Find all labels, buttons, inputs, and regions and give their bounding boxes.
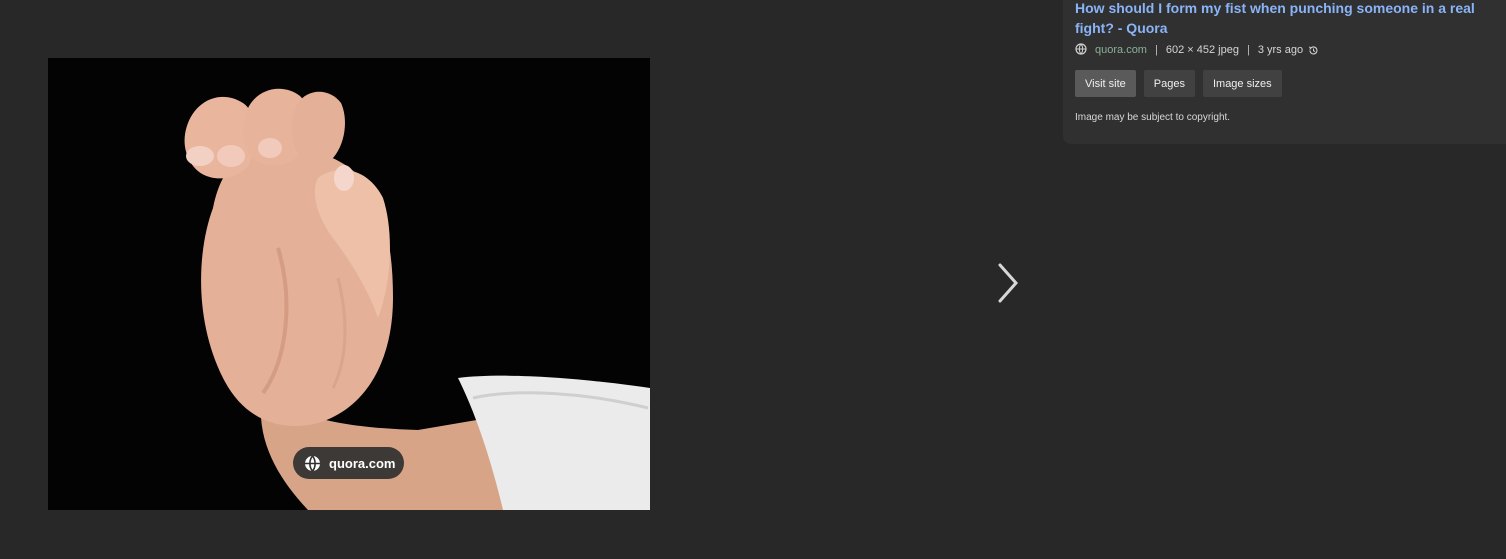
image-meta: quora.com | 602 × 452 jpeg | 3 yrs ago (1075, 42, 1319, 58)
history-icon (1308, 45, 1319, 56)
image-title-link[interactable]: How should I form my fist when punching … (1075, 0, 1506, 38)
action-buttons: Visit site Pages Image sizes (1075, 70, 1282, 97)
source-chip[interactable]: quora.com (293, 447, 404, 479)
source-chip-label: quora.com (329, 455, 396, 471)
image-age: 3 yrs ago (1257, 44, 1304, 56)
meta-separator: | (1154, 44, 1158, 56)
globe-icon (304, 454, 321, 472)
image-viewer: quora.com How should I form my fist when… (0, 0, 1506, 559)
meta-separator: | (1246, 44, 1250, 56)
chevron-right-icon (998, 263, 1019, 303)
image-sizes-button[interactable]: Image sizes (1202, 70, 1282, 97)
image-dimensions: 602 × 452 jpeg (1165, 44, 1239, 56)
hand-fist-image (48, 58, 650, 510)
result-image[interactable]: quora.com (48, 58, 650, 510)
visit-site-button[interactable]: Visit site (1075, 70, 1136, 97)
globe-icon (1075, 42, 1087, 58)
next-image-button[interactable] (990, 260, 1026, 306)
pages-button[interactable]: Pages (1143, 70, 1195, 97)
source-domain-link[interactable]: quora.com (1095, 44, 1147, 56)
copyright-notice: Image may be subject to copyright. (1075, 112, 1231, 123)
